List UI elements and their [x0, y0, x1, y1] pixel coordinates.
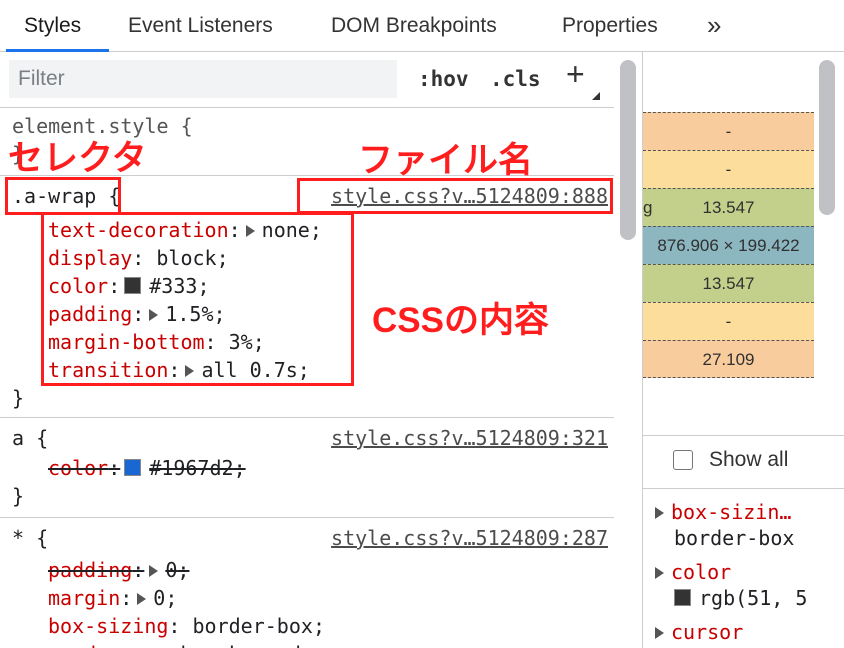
computed-property-box-sizing[interactable]: box-sizin…	[655, 500, 791, 524]
computed-property-name: cursor	[671, 620, 744, 644]
computed-property-name: box-sizin…	[671, 500, 792, 524]
computed-property-name: color	[671, 560, 732, 584]
box-model-border-top: -	[643, 150, 814, 188]
property-value: border-box	[192, 614, 313, 638]
tab-dom-breakpoints[interactable]: DOM Breakpoints	[331, 0, 497, 51]
tab-styles[interactable]: Styles	[24, 0, 81, 51]
computed-divider	[643, 435, 844, 436]
cls-toggle-button[interactable]: .cls	[490, 67, 541, 91]
property-name: box-sizing	[48, 614, 169, 638]
show-all-checkbox[interactable]	[673, 450, 693, 470]
computed-property-value: rgb(51, 5	[699, 586, 808, 610]
declaration-box-sizing[interactable]: box-sizing: border-box;	[48, 614, 325, 638]
selector-text: *	[12, 526, 25, 550]
property-name: margin	[48, 586, 121, 610]
property-value: 0	[165, 558, 178, 582]
declaration-margin[interactable]: margin: 0;	[48, 586, 177, 610]
color-swatch[interactable]	[124, 459, 142, 476]
declaration-padding-overridden[interactable]: padding: 0;	[48, 558, 189, 582]
hov-toggle-button[interactable]: :hov	[418, 67, 469, 91]
property-value: #1967d2	[149, 456, 234, 480]
expand-triangle-icon[interactable]	[149, 564, 159, 577]
box-model-margin-bottom: 27.109	[643, 340, 814, 378]
property-value: 0	[153, 586, 166, 610]
rule-close-brace: }	[12, 484, 25, 508]
open-brace: {	[36, 426, 49, 450]
new-rule-menu-icon[interactable]	[592, 92, 600, 100]
computed-color-value: rgb(51, 5	[674, 586, 807, 610]
box-model-content-size: 876.906 × 199.422	[643, 226, 814, 264]
property-name: color	[48, 456, 109, 480]
property-value: break-word	[180, 642, 300, 648]
box-model-border-bottom: -	[643, 302, 814, 340]
declaration-color-overridden[interactable]: color: #1967d2;	[48, 456, 246, 480]
annotation-filename-box	[297, 178, 613, 214]
filter-input[interactable]	[9, 60, 397, 98]
box-model-padding-top-value: 13.547	[702, 198, 755, 217]
styles-scrollbar-thumb[interactable]	[620, 60, 636, 240]
computed-property-cursor[interactable]: cursor	[655, 620, 743, 644]
annotation-selector-label: セレクタ	[8, 139, 147, 178]
box-model-padding-bottom: 13.547	[643, 264, 814, 302]
tabs-overflow-icon[interactable]: »	[707, 0, 721, 51]
style-rule-universal: * { style.css?v…5124809:287 padding: 0; m…	[0, 518, 614, 648]
open-brace: {	[36, 526, 49, 550]
computed-divider-2	[643, 488, 844, 489]
computed-property-color[interactable]: color	[655, 560, 731, 584]
rule-close-brace: }	[12, 386, 25, 410]
selector-text: a	[12, 426, 25, 450]
property-name: word-wrap	[48, 642, 156, 648]
annotation-filename-label: ファイル名	[358, 141, 534, 180]
computed-property-value: border-box	[674, 526, 795, 550]
tab-event-listeners[interactable]: Event Listeners	[128, 0, 273, 51]
rule-selector[interactable]: a {	[12, 426, 48, 450]
annotation-css-content-label: CSSの内容	[372, 301, 549, 340]
expand-triangle-icon[interactable]	[655, 506, 664, 519]
annotation-css-content-box	[41, 212, 354, 386]
rule-selector[interactable]: * {	[12, 526, 48, 550]
annotation-selector-box	[5, 177, 121, 215]
box-model-padding-label: g	[643, 198, 653, 217]
property-name: padding	[48, 558, 133, 582]
box-model-padding-top: g 13.547	[643, 188, 814, 226]
computed-scrollbar-thumb[interactable]	[819, 60, 835, 215]
show-all-label[interactable]: Show all	[709, 448, 788, 472]
declaration-word-wrap[interactable]: word-wrap: break-word;	[48, 642, 313, 648]
color-swatch[interactable]	[674, 589, 691, 606]
new-style-rule-button[interactable]: +	[566, 58, 585, 90]
expand-triangle-icon[interactable]	[137, 592, 147, 605]
tab-properties[interactable]: Properties	[562, 0, 658, 51]
filter-toolbar: :hov .cls +	[0, 52, 614, 108]
box-model-margin-top: -	[643, 112, 814, 150]
style-rule-a: a { style.css?v…5124809:321 color: #1967d…	[0, 418, 614, 518]
rule-source-link[interactable]: style.css?v…5124809:321	[331, 426, 608, 450]
panel-tab-bar: Styles Event Listeners DOM Breakpoints P…	[0, 0, 844, 52]
expand-triangle-icon[interactable]	[655, 626, 664, 639]
expand-triangle-icon[interactable]	[655, 566, 664, 579]
computed-pane: - - g 13.547 876.906 × 199.422 13.547 - …	[643, 52, 844, 648]
rule-source-link[interactable]: style.css?v…5124809:287	[331, 526, 608, 550]
